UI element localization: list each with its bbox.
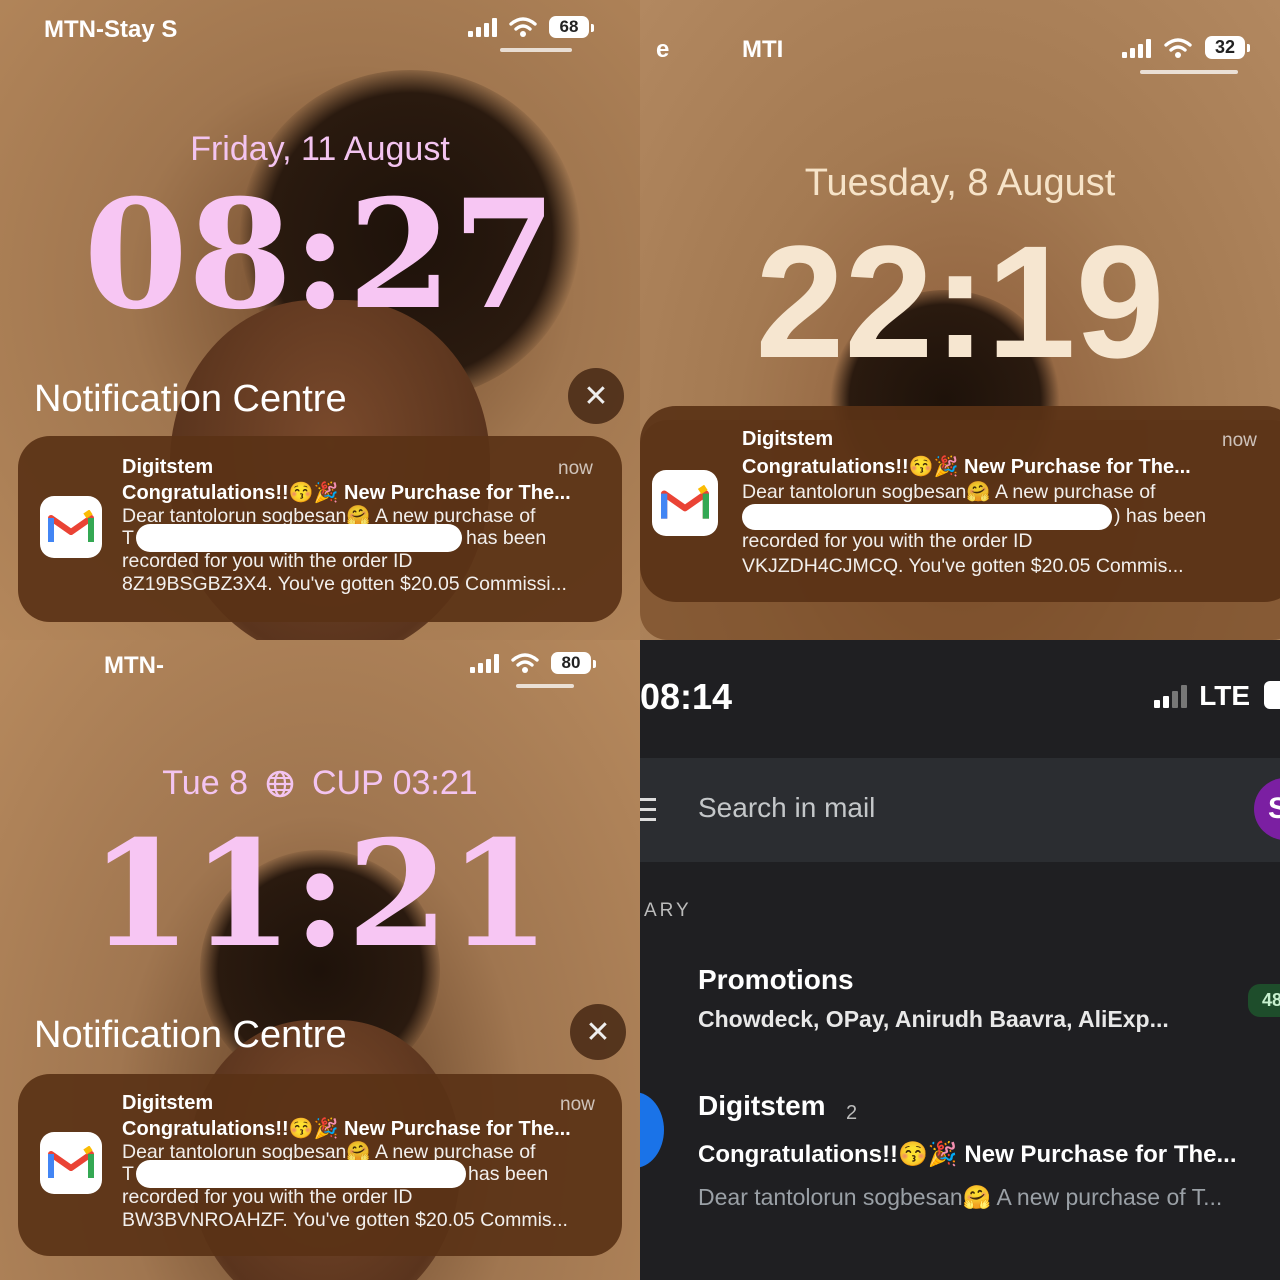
lock-clock: 11:21 bbox=[89, 809, 551, 980]
lock-clock: 08:27 bbox=[83, 167, 557, 343]
search-bar[interactable]: Search in mail S bbox=[640, 758, 1280, 862]
notification-subject: Congratulations!!😚🎉 New Purchase for The… bbox=[742, 456, 1191, 478]
lock-date: Tue 8 CUP 03:21 bbox=[0, 764, 640, 803]
notification-subject: Congratulations!!😚🎉 New Purchase for The… bbox=[122, 482, 571, 504]
battery-icon: 80 bbox=[551, 652, 596, 674]
wifi-icon bbox=[511, 653, 539, 673]
wifi-icon bbox=[1164, 37, 1192, 58]
status-icons: 80 bbox=[470, 652, 596, 674]
sender-avatar bbox=[640, 1092, 664, 1168]
gmail-icon bbox=[40, 1132, 102, 1194]
globe-icon bbox=[266, 770, 294, 797]
close-icon[interactable]: ✕ bbox=[570, 1004, 626, 1060]
lockscreen-tuesday: e MTI 32 Tuesday, 8 August 22:19 Digitst… bbox=[640, 0, 1280, 640]
lock-date-day: Tue 8 bbox=[162, 764, 248, 802]
notification-sender: Digitstem bbox=[122, 456, 214, 478]
lock-clock: 22:19 bbox=[755, 212, 1165, 391]
promotions-badge: 48 bbox=[1248, 984, 1280, 1017]
gmail-icon bbox=[652, 470, 718, 536]
search-input[interactable]: Search in mail bbox=[698, 792, 875, 824]
status-pill bbox=[500, 48, 572, 52]
account-avatar[interactable]: S bbox=[1254, 778, 1280, 840]
notification-line: 8Z19BSGBZ3X4. You've gotten $20.05 Commi… bbox=[122, 573, 567, 595]
status-pill bbox=[516, 684, 574, 688]
notification-sender: Digitstem bbox=[122, 1092, 214, 1114]
notification-line: recorded for you with the order ID bbox=[122, 550, 413, 572]
notification-line-suffix: has been bbox=[466, 527, 547, 549]
signal-icon bbox=[468, 17, 497, 37]
battery-icon bbox=[1264, 681, 1280, 709]
notification-line-prefix: T bbox=[122, 527, 134, 549]
carrier-label: MTI bbox=[742, 36, 784, 63]
notification-card[interactable]: Digitstem now Congratulations!!😚🎉 New Pu… bbox=[18, 436, 622, 622]
lockscreen-friday: MTN-Stay S 68 Friday, 11 August 08:27 No… bbox=[0, 0, 640, 640]
status-time: 08:14 bbox=[640, 676, 733, 717]
battery-icon: 32 bbox=[1205, 36, 1250, 59]
email-count: 2 bbox=[846, 1102, 858, 1124]
notification-time: now bbox=[560, 1094, 595, 1115]
wifi-icon bbox=[509, 17, 537, 37]
status-pill bbox=[1140, 70, 1238, 74]
gmail-inbox: 08:14 LTE Search in mail S ARY Promotion… bbox=[640, 640, 1280, 1280]
lockscreen-tue-cup: MTN- 80 Tue 8 CUP 03:21 11:21 Notificati… bbox=[0, 640, 640, 1280]
status-network: LTE bbox=[1154, 680, 1250, 712]
lock-date: Friday, 11 August bbox=[190, 130, 450, 168]
notification-card[interactable]: Digitstem now Congratulations!!😚🎉 New Pu… bbox=[640, 406, 1280, 602]
notification-line: recorded for you with the order ID bbox=[742, 530, 1033, 552]
redaction-mark bbox=[742, 504, 1112, 530]
notification-line: BW3BVNROAHZF. You've gotten $20.05 Commi… bbox=[122, 1209, 568, 1231]
email-preview: Dear tantolorun sogbesan🤗 A new purchase… bbox=[698, 1184, 1223, 1210]
carrier-left-label: e bbox=[656, 36, 670, 63]
notification-sender: Digitstem bbox=[742, 428, 834, 450]
signal-icon bbox=[470, 653, 499, 673]
lock-date: Tuesday, 8 August bbox=[804, 162, 1116, 204]
promotions-senders: Chowdeck, OPay, Anirudh Baavra, AliExp..… bbox=[698, 1006, 1169, 1032]
notification-line: recorded for you with the order ID bbox=[122, 1186, 413, 1208]
gmail-icon bbox=[40, 496, 102, 558]
notification-subject: Congratulations!!😚🎉 New Purchase for The… bbox=[122, 1118, 571, 1140]
notification-line: Dear tantolorun sogbesan🤗 A new purchase… bbox=[742, 481, 1156, 503]
section-label: ARY bbox=[644, 900, 692, 921]
notification-time: now bbox=[1222, 430, 1257, 451]
notification-line-prefix: T bbox=[122, 1163, 134, 1185]
lock-date-world-clock: CUP 03:21 bbox=[311, 764, 478, 802]
signal-icon bbox=[1122, 38, 1151, 58]
carrier-label: MTN-Stay S bbox=[44, 16, 178, 43]
notification-centre-title: Notification Centre bbox=[34, 1014, 347, 1056]
carrier-label: MTN- bbox=[104, 652, 164, 679]
signal-icon bbox=[1154, 684, 1188, 708]
status-icons: 32 bbox=[1122, 36, 1250, 59]
redaction-mark bbox=[136, 524, 462, 552]
battery-icon: 68 bbox=[549, 16, 594, 38]
close-icon[interactable]: ✕ bbox=[568, 368, 624, 424]
notification-line-suffix: ) has been bbox=[1114, 505, 1207, 527]
email-sender: Digitstem bbox=[698, 1090, 826, 1121]
notification-line-suffix: has been bbox=[468, 1163, 549, 1185]
promotions-title: Promotions bbox=[698, 964, 854, 995]
email-subject: Congratulations!!😚🎉 New Purchase for The… bbox=[698, 1141, 1237, 1168]
notification-card[interactable]: Digitstem now Congratulations!!😚🎉 New Pu… bbox=[18, 1074, 622, 1256]
notification-line: VKJZDH4CJMCQ. You've gotten $20.05 Commi… bbox=[742, 555, 1184, 577]
redaction-mark bbox=[136, 1160, 466, 1188]
network-label: LTE bbox=[1199, 680, 1250, 711]
notification-time: now bbox=[558, 458, 593, 479]
status-icons: 68 bbox=[468, 16, 594, 38]
menu-icon[interactable] bbox=[640, 798, 656, 828]
notification-centre-title: Notification Centre bbox=[34, 378, 347, 420]
